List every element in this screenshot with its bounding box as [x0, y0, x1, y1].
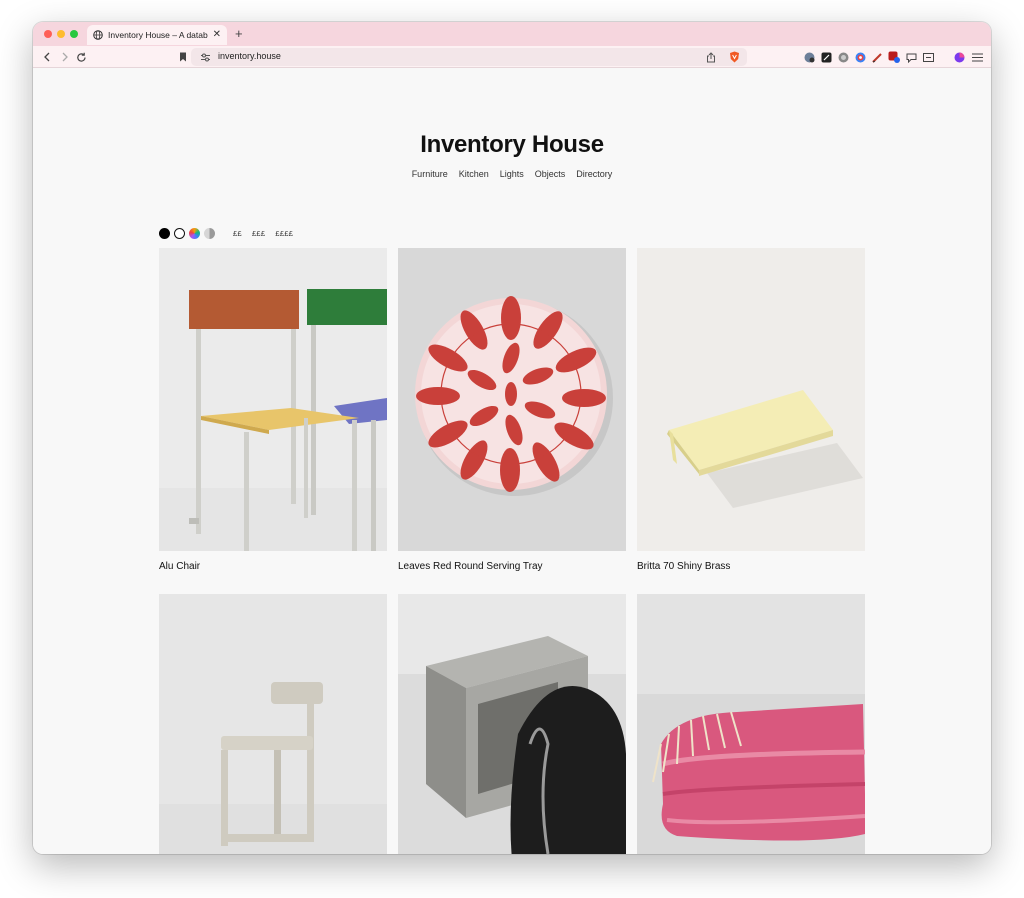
tab-strip: Inventory House – A database ✕ +	[33, 22, 991, 46]
site-title[interactable]: Inventory House	[33, 131, 991, 159]
extension-reader-icon[interactable]	[922, 51, 934, 63]
filter-price-3[interactable]: £££	[252, 229, 265, 238]
product-card[interactable]: Leaves Red Round Serving Tray	[398, 248, 626, 572]
nav-objects[interactable]: Objects	[535, 169, 566, 179]
product-card[interactable]	[637, 594, 865, 854]
bookmark-icon[interactable]	[175, 49, 191, 65]
product-name[interactable]: Britta 70 Shiny Brass	[637, 561, 865, 572]
site-nav: Furniture Kitchen Lights Objects Directo…	[33, 169, 991, 179]
product-image-pink-blanket[interactable]	[637, 594, 865, 854]
product-image-steel-stone[interactable]	[398, 594, 626, 854]
product-card[interactable]	[398, 594, 626, 854]
filter-price-4[interactable]: ££££	[275, 229, 293, 238]
minimize-window-button[interactable]	[57, 30, 65, 38]
product-card[interactable]: Alu Chair	[159, 248, 387, 572]
product-image-alu-chair[interactable]	[159, 248, 387, 551]
extension-color-icon[interactable]	[854, 51, 866, 63]
reload-icon[interactable]	[73, 49, 89, 65]
product-card[interactable]: Britta 70 Shiny Brass	[637, 248, 865, 572]
extension-pen-icon[interactable]	[871, 51, 883, 63]
product-name[interactable]: Leaves Red Round Serving Tray	[398, 561, 626, 572]
filter-color-multicolour[interactable]	[189, 227, 200, 239]
close-window-button[interactable]	[44, 30, 52, 38]
nav-directory[interactable]: Directory	[576, 169, 612, 179]
nav-kitchen[interactable]: Kitchen	[459, 169, 489, 179]
profile-avatar-icon[interactable]	[953, 51, 965, 63]
filter-color-white[interactable]	[174, 227, 185, 239]
forward-icon[interactable]	[57, 49, 73, 65]
filter-price-2[interactable]: ££	[233, 229, 242, 238]
extension-badge-icon[interactable]	[888, 51, 900, 63]
close-tab-icon[interactable]: ✕	[213, 30, 221, 40]
back-icon[interactable]	[39, 49, 55, 65]
page-content: Inventory House Furniture Kitchen Lights…	[33, 69, 991, 854]
zoom-window-button[interactable]	[70, 30, 78, 38]
url-text: inventory.house	[218, 51, 281, 61]
menu-icon[interactable]	[971, 51, 983, 63]
extension-grammar-icon[interactable]	[803, 51, 815, 63]
address-bar[interactable]: inventory.house	[191, 48, 747, 66]
product-card[interactable]	[159, 594, 387, 854]
product-image-beige-chair[interactable]	[159, 594, 387, 854]
extension-edit-icon[interactable]	[820, 51, 832, 63]
nav-lights[interactable]: Lights	[500, 169, 524, 179]
extension-circle-icon[interactable]	[837, 51, 849, 63]
site-settings-icon[interactable]	[199, 51, 211, 63]
browser-window: Inventory House – A database ✕ + invento…	[33, 22, 991, 854]
filter-bar: ££ £££ ££££	[159, 227, 303, 239]
brave-shield-icon[interactable]	[728, 51, 740, 63]
tab-title: Inventory House – A database	[108, 30, 208, 40]
product-image-britta-shelf[interactable]	[637, 248, 865, 551]
browser-toolbar: inventory.house	[33, 46, 991, 68]
tab-inventory-house[interactable]: Inventory House – A database ✕	[87, 25, 227, 45]
product-image-leaves-tray[interactable]	[398, 248, 626, 551]
nav-furniture[interactable]: Furniture	[412, 169, 448, 179]
extension-chat-icon[interactable]	[905, 51, 917, 63]
filter-color-metallic[interactable]	[204, 227, 215, 239]
new-tab-button[interactable]: +	[235, 26, 243, 42]
filter-color-black[interactable]	[159, 227, 170, 239]
share-icon[interactable]	[705, 51, 717, 63]
globe-icon	[93, 30, 103, 40]
product-name[interactable]: Alu Chair	[159, 561, 387, 572]
